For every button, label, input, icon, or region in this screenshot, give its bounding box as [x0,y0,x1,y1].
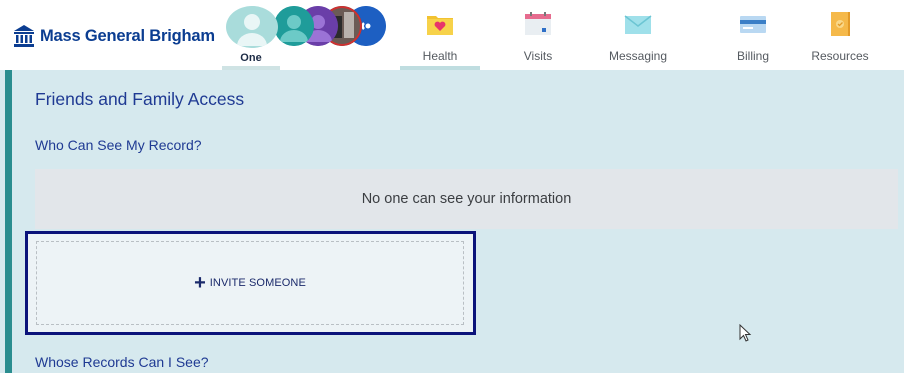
person-avatar-icon [274,6,314,46]
top-header: Mass General Brigham One Health Visits M… [0,0,904,70]
avatar-active[interactable] [226,6,278,48]
nav-billing[interactable]: Billing [713,0,793,70]
main-content: Friends and Family Access Who Can See My… [0,70,904,373]
empty-state-box: No one can see your information [35,169,898,229]
nav-label: Messaging [608,49,668,63]
nav-messaging[interactable]: Messaging [598,0,678,70]
invite-card: + INVITE SOMEONE [25,231,476,335]
avatar[interactable] [274,6,314,46]
nav-label: Resources [811,49,869,63]
envelope-icon [624,15,652,34]
invite-someone-button[interactable]: + INVITE SOMEONE [37,242,463,324]
plus-icon: + [194,272,206,294]
brand-logo[interactable]: Mass General Brigham [14,25,215,47]
nav-label: Health [422,49,458,63]
building-icon [14,25,34,47]
invite-dropzone: + INVITE SOMEONE [36,241,464,325]
calendar-icon [525,12,551,35]
nav-health[interactable]: Health [400,0,480,70]
nav-label: Visits [523,49,553,63]
profile-switcher[interactable] [226,6,386,48]
active-profile-label: One [240,52,262,64]
person-avatar-icon [231,6,273,48]
health-folder-icon [427,16,453,35]
brand-name: Mass General Brigham [40,26,215,45]
invite-label: INVITE SOMEONE [209,277,306,289]
resources-book-icon [831,12,850,36]
whose-records-heading: Whose Records Can I See? [35,354,209,370]
accent-bar [5,70,12,373]
page-title: Friends and Family Access [35,89,245,109]
nav-resources[interactable]: Resources [800,0,880,70]
credit-card-icon [740,16,766,33]
nav-visits[interactable]: Visits [498,0,578,70]
nav-label: Billing [736,49,769,63]
mouse-cursor-icon [739,324,752,342]
who-can-see-heading: Who Can See My Record? [35,137,202,153]
empty-state-message: No one can see your information [361,191,572,207]
